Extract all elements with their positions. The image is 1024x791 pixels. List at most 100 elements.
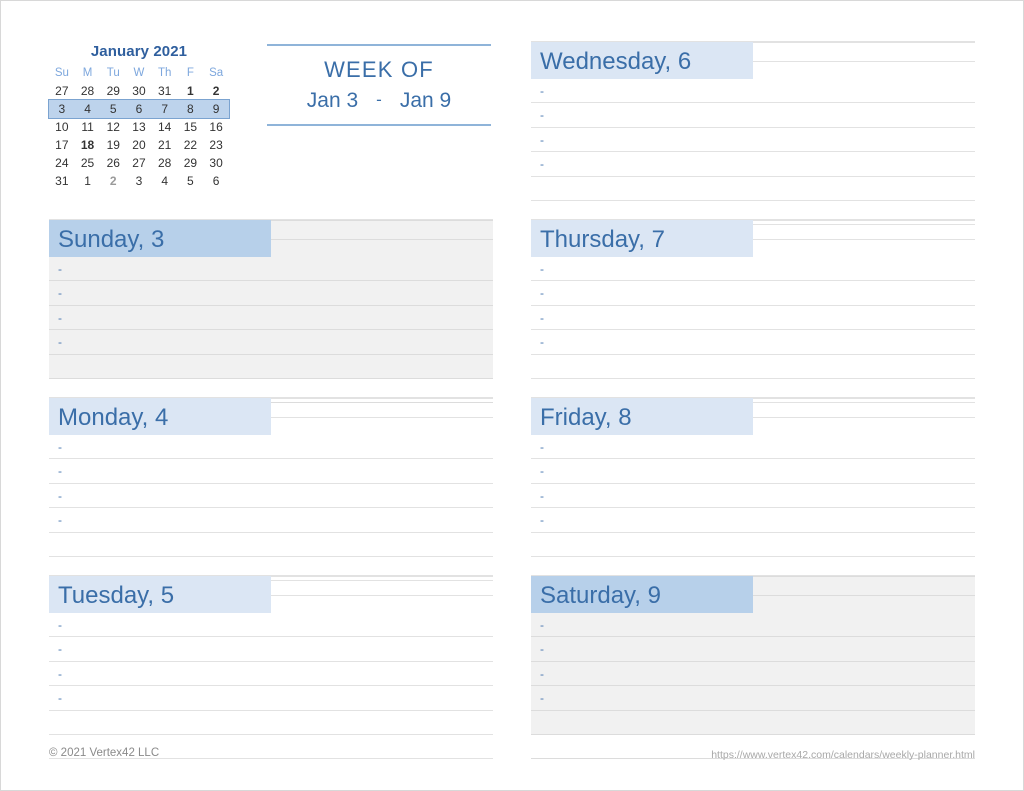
mini-calendar-day[interactable]: 15 (178, 118, 204, 136)
week-start-date[interactable]: Jan 3 (307, 89, 358, 112)
note-line[interactable]: - (49, 508, 493, 533)
note-line[interactable]: - (531, 306, 975, 331)
note-line[interactable]: - (531, 508, 975, 533)
mini-calendar-day[interactable]: 30 (203, 154, 229, 172)
header-rule-line (753, 576, 975, 577)
day-header-saturday: Saturday, 9 (531, 575, 975, 615)
mini-calendar-day[interactable]: 30 (126, 82, 152, 100)
note-line[interactable]: - (49, 257, 493, 282)
mini-calendar-day[interactable]: 31 (152, 82, 178, 100)
note-line[interactable] (49, 533, 493, 557)
mini-calendar-day[interactable]: 23 (203, 136, 229, 154)
mini-calendar-day[interactable]: 28 (75, 82, 101, 100)
day-title-sunday[interactable]: Sunday, 3 (58, 220, 164, 258)
mini-calendar-day[interactable]: 18 (75, 136, 101, 154)
mini-calendar-day[interactable]: 22 (178, 136, 204, 154)
day-header-sunday: Sunday, 3 (49, 219, 493, 259)
note-line[interactable]: - (49, 662, 493, 687)
left-day-column: Sunday, 3 - - - - Monday, 4 - - - - Tuesday, 5 - - - - (49, 219, 493, 760)
note-line[interactable]: - (531, 103, 975, 128)
note-bullet: - (58, 262, 62, 276)
mini-calendar-day[interactable]: 26 (100, 154, 126, 172)
mini-calendar-day[interactable]: 7 (151, 100, 178, 118)
mini-calendar-day[interactable]: 31 (49, 172, 75, 190)
note-line[interactable]: - (49, 306, 493, 331)
mini-calendar-day[interactable]: 8 (177, 100, 204, 118)
note-line[interactable] (531, 533, 975, 557)
day-title-thursday[interactable]: Thursday, 7 (540, 220, 665, 258)
note-line[interactable]: - (531, 281, 975, 306)
mini-calendar-day[interactable]: 13 (126, 118, 152, 136)
note-line[interactable]: - (49, 330, 493, 355)
note-line[interactable]: - (49, 435, 493, 460)
week-end-date[interactable]: Jan 9 (400, 89, 451, 112)
header-rule-line (271, 398, 493, 399)
note-line[interactable]: - (531, 152, 975, 177)
note-line[interactable]: - (531, 686, 975, 711)
mini-calendar-day[interactable]: 19 (100, 136, 126, 154)
mini-calendar-day[interactable]: 29 (100, 82, 126, 100)
mini-calendar-day[interactable]: 24 (49, 154, 75, 172)
mini-calendar-day[interactable]: 6 (126, 100, 152, 118)
mini-calendar-day[interactable]: 27 (126, 154, 152, 172)
mini-calendar-day[interactable]: 21 (152, 136, 178, 154)
mini-calendar-day[interactable]: 2 (203, 82, 229, 100)
note-line[interactable]: - (531, 484, 975, 509)
mini-calendar-day[interactable]: 4 (74, 100, 101, 118)
note-line[interactable]: - (531, 637, 975, 662)
note-bullet: - (540, 262, 544, 276)
day-title-saturday[interactable]: Saturday, 9 (540, 576, 661, 614)
note-line[interactable]: - (531, 330, 975, 355)
mini-calendar-day[interactable]: 14 (152, 118, 178, 136)
day-title-monday[interactable]: Monday, 4 (58, 398, 168, 436)
note-line[interactable] (531, 711, 975, 735)
note-line[interactable]: - (531, 613, 975, 638)
note-line[interactable]: - (531, 79, 975, 104)
note-line[interactable]: - (49, 637, 493, 662)
mini-calendar-day[interactable]: 9 (203, 100, 229, 118)
note-line[interactable]: - (531, 435, 975, 460)
mini-calendar-day[interactable]: 25 (75, 154, 101, 172)
note-line[interactable]: - (531, 128, 975, 153)
note-line[interactable]: - (49, 613, 493, 638)
weekday-header-w: W (133, 67, 145, 79)
mini-calendar-day[interactable]: 20 (126, 136, 152, 154)
note-line[interactable]: - (49, 281, 493, 306)
note-line[interactable] (531, 177, 975, 201)
note-line[interactable] (49, 355, 493, 379)
day-title-tuesday[interactable]: Tuesday, 5 (58, 576, 174, 614)
mini-calendar-day[interactable]: 2 (100, 172, 126, 190)
mini-calendar-day[interactable]: 5 (100, 100, 127, 118)
mini-calendar-week-row: 27 28 29 30 31 1 2 (49, 82, 229, 100)
mini-calendar-day[interactable]: 10 (49, 118, 75, 136)
note-line[interactable]: - (49, 459, 493, 484)
note-bullet: - (540, 464, 544, 479)
mini-calendar-day[interactable]: 28 (152, 154, 178, 172)
mini-calendar-day[interactable]: 4 (152, 172, 178, 190)
mini-calendar-day[interactable]: 3 (126, 172, 152, 190)
day-notes-wednesday: - - - - (531, 79, 975, 226)
note-line[interactable] (531, 355, 975, 379)
day-title-wednesday[interactable]: Wednesday, 6 (540, 42, 691, 80)
mini-calendar-day[interactable]: 16 (203, 118, 229, 136)
mini-calendar-day[interactable]: 6 (203, 172, 229, 190)
note-line[interactable]: - (531, 662, 975, 687)
mini-calendar-day[interactable]: 17 (49, 136, 75, 154)
mini-calendar-day[interactable]: 3 (49, 100, 75, 118)
note-line[interactable]: - (49, 686, 493, 711)
mini-calendar-title: January 2021 (90, 43, 188, 60)
note-line[interactable]: - (531, 257, 975, 282)
note-line[interactable]: - (531, 459, 975, 484)
mini-calendar-day[interactable]: 5 (178, 172, 204, 190)
mini-calendar-day[interactable]: 29 (178, 154, 204, 172)
note-line[interactable]: - (49, 484, 493, 509)
day-title-friday[interactable]: Friday, 8 (540, 398, 632, 436)
mini-month-calendar: January 2021 Su M Tu W Th F Sa 27 28 29 30 3… (48, 43, 230, 190)
mini-calendar-day[interactable]: 1 (75, 172, 101, 190)
mini-calendar-day[interactable]: 12 (100, 118, 126, 136)
mini-calendar-day[interactable]: 11 (75, 118, 101, 136)
footer-url[interactable]: https://www.vertex42.com/calendars/weekl… (711, 749, 975, 761)
mini-calendar-day[interactable]: 27 (49, 82, 75, 100)
note-line[interactable] (49, 711, 493, 735)
mini-calendar-day[interactable]: 1 (178, 82, 204, 100)
